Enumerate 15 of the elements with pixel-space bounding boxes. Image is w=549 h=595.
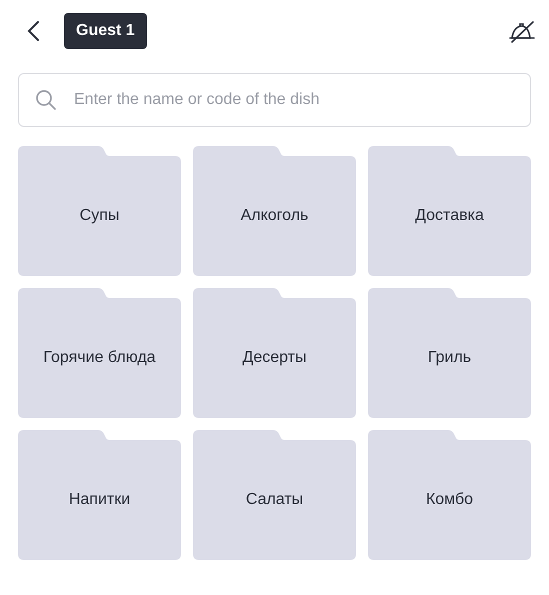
- category-folder[interactable]: Салаты: [193, 430, 356, 560]
- chevron-left-icon: [26, 20, 40, 42]
- category-folder[interactable]: Десерты: [193, 288, 356, 418]
- category-folder[interactable]: Алкоголь: [193, 146, 356, 276]
- category-folder[interactable]: Супы: [18, 146, 181, 276]
- category-folder[interactable]: Комбо: [368, 430, 531, 560]
- category-folder[interactable]: Напитки: [18, 430, 181, 560]
- bell-off-icon: [509, 19, 535, 43]
- category-folder[interactable]: Горячие блюда: [18, 288, 181, 418]
- search-icon: [35, 89, 57, 111]
- category-folder[interactable]: Гриль: [368, 288, 531, 418]
- bell-off-button[interactable]: [509, 19, 535, 43]
- search-field[interactable]: Enter the name or code of the dish: [18, 73, 531, 127]
- guest-button[interactable]: Guest 1: [64, 13, 147, 49]
- category-folder[interactable]: Доставка: [368, 146, 531, 276]
